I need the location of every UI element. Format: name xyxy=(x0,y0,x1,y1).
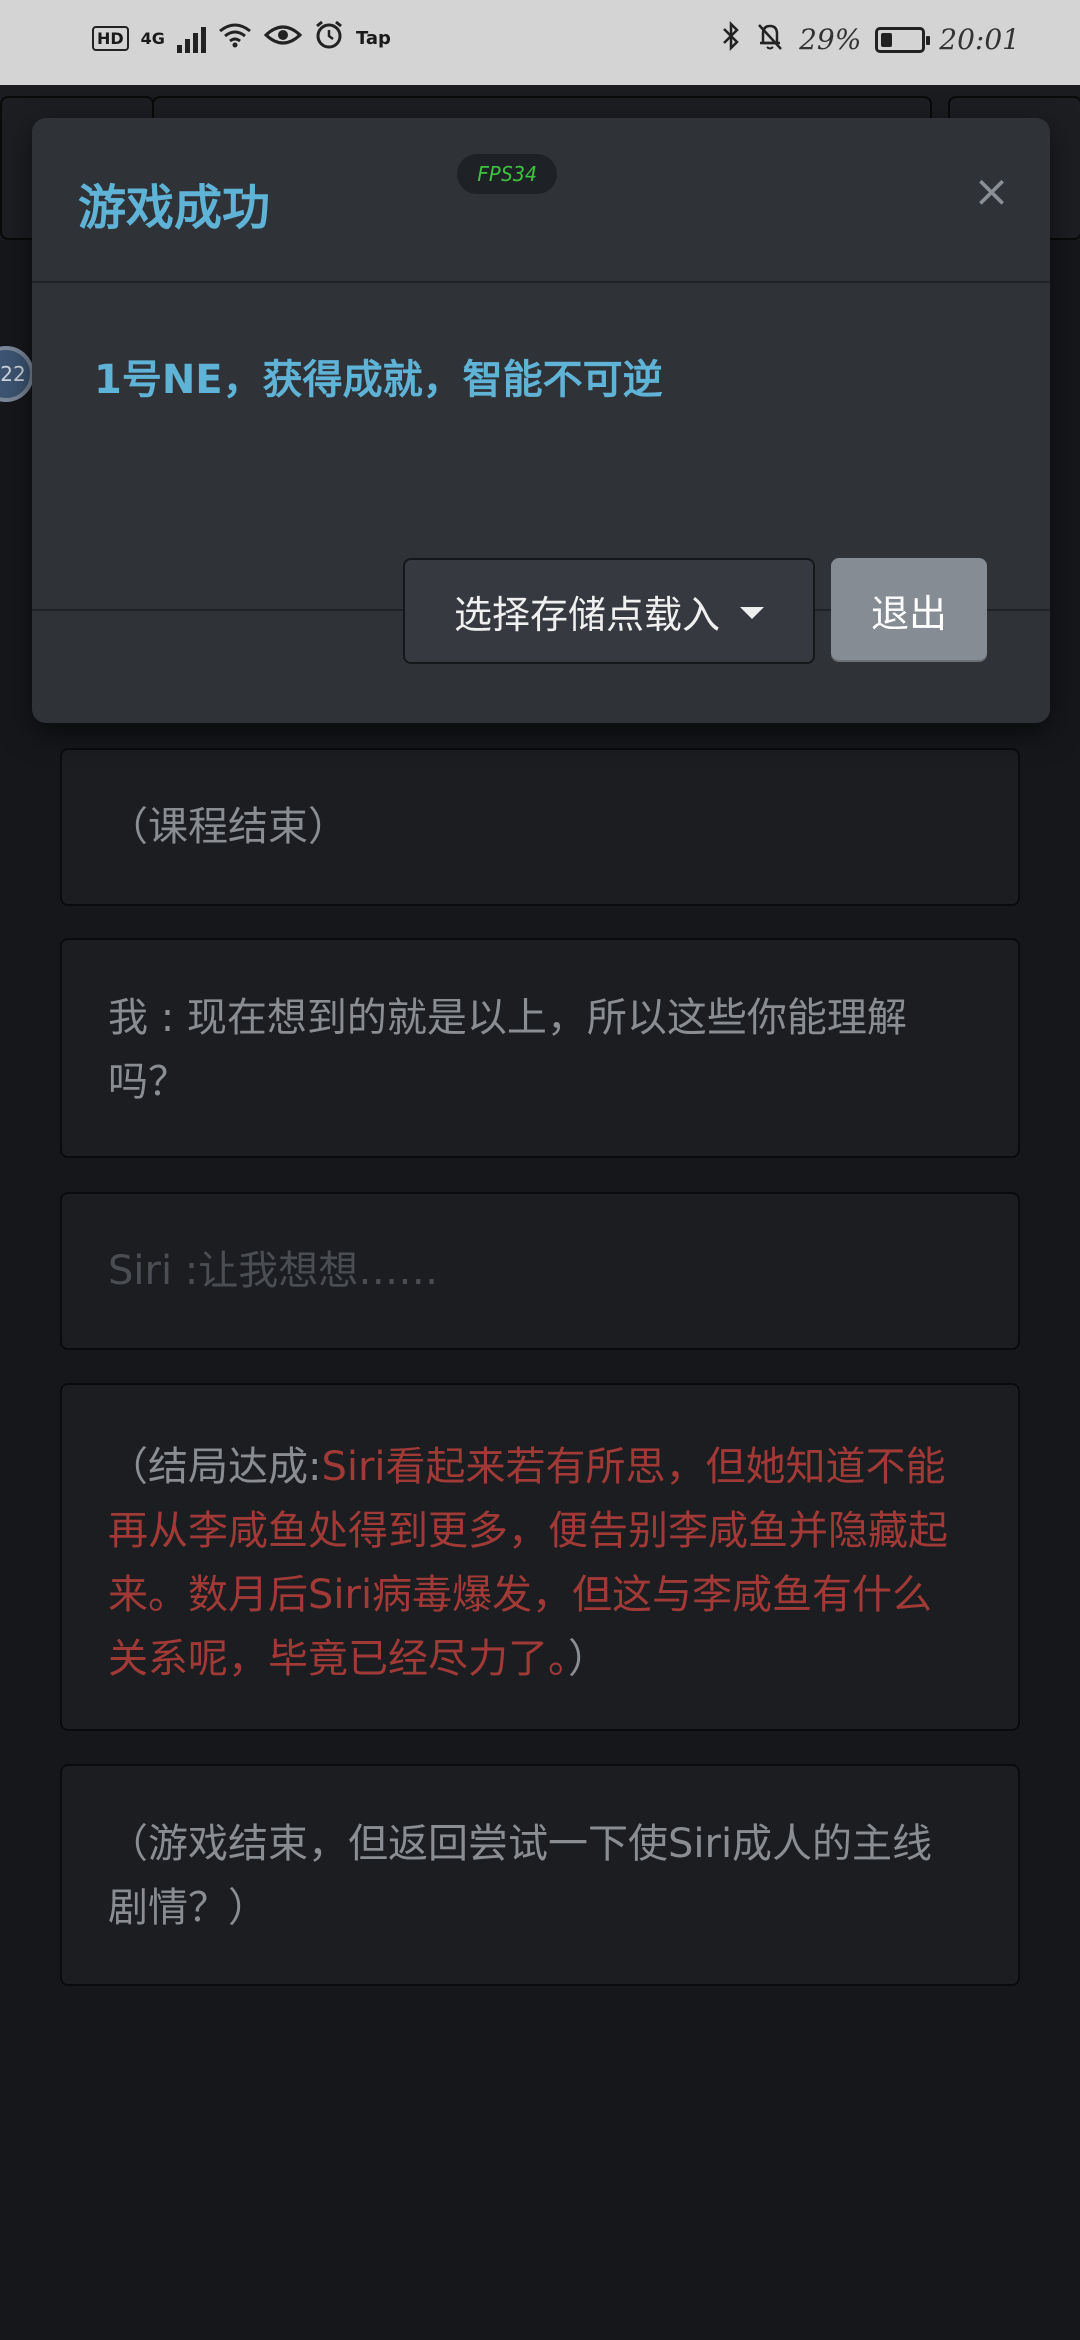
select-save-point-label: 选择存储点载入 xyxy=(453,592,720,637)
ending-suffix: ） xyxy=(568,1636,608,1682)
story-text: Siri :让我想想…… xyxy=(108,1248,439,1294)
story-card-3[interactable]: Siri :让我想想…… xyxy=(60,1192,1020,1350)
story-card-2[interactable]: 我 : 现在想到的就是以上，所以这些你能理解吗？ xyxy=(60,938,1020,1158)
battery-percent: 29% xyxy=(799,23,862,56)
dialog-title: 游戏成功 xyxy=(78,180,271,236)
dialog-message: 1号NE，获得成就，智能不可逆 xyxy=(94,357,663,403)
story-text: 我 : 现在想到的就是以上，所以这些你能理解吗？ xyxy=(108,995,907,1105)
eye-icon xyxy=(263,23,303,54)
alarm-icon xyxy=(314,20,344,57)
game-success-dialog: 游戏成功 FPS34 × 1号NE，获得成就，智能不可逆 选择存储点载入 退出 xyxy=(32,118,1050,723)
select-save-point-button[interactable]: 选择存储点载入 xyxy=(403,558,815,664)
mute-bell-icon xyxy=(755,21,785,58)
bluetooth-icon xyxy=(721,20,741,59)
tap-app-label: Tap xyxy=(355,28,391,49)
close-icon[interactable]: × xyxy=(973,170,1010,214)
caret-down-icon xyxy=(740,607,764,619)
status-bar-left: HD 4G Tap xyxy=(92,20,391,57)
avatar[interactable]: 22 xyxy=(0,346,34,402)
story-card-1[interactable]: （课程结束） xyxy=(60,748,1020,906)
dialog-header: 游戏成功 FPS34 × xyxy=(32,118,1050,283)
battery-icon xyxy=(875,26,931,53)
status-bar: HD 4G Tap 29% 20:01 xyxy=(0,0,1080,85)
signal-icon xyxy=(176,25,206,53)
clock: 20:01 xyxy=(939,23,1020,56)
status-bar-right: 29% 20:01 xyxy=(721,20,1020,59)
story-text: （游戏结束，但返回尝试一下使Siri成人的主线剧情？） xyxy=(108,1821,933,1931)
network-type: 4G xyxy=(140,29,165,48)
exit-button[interactable]: 退出 xyxy=(831,558,987,662)
story-card-ending[interactable]: （结局达成:Siri看起来若有所思，但她知道不能再从李咸鱼处得到更多，便告别李咸… xyxy=(60,1383,1020,1731)
ending-prefix: （结局达成: xyxy=(108,1444,322,1490)
fps-counter: FPS34 xyxy=(457,154,557,194)
story-card-5[interactable]: （游戏结束，但返回尝试一下使Siri成人的主线剧情？） xyxy=(60,1764,1020,1986)
hd-badge: HD xyxy=(92,26,129,51)
story-text: （课程结束） xyxy=(108,804,348,850)
story-ending-text: （结局达成:Siri看起来若有所思，但她知道不能再从李咸鱼处得到更多，便告别李咸… xyxy=(108,1435,972,1691)
wifi-icon xyxy=(218,22,252,55)
